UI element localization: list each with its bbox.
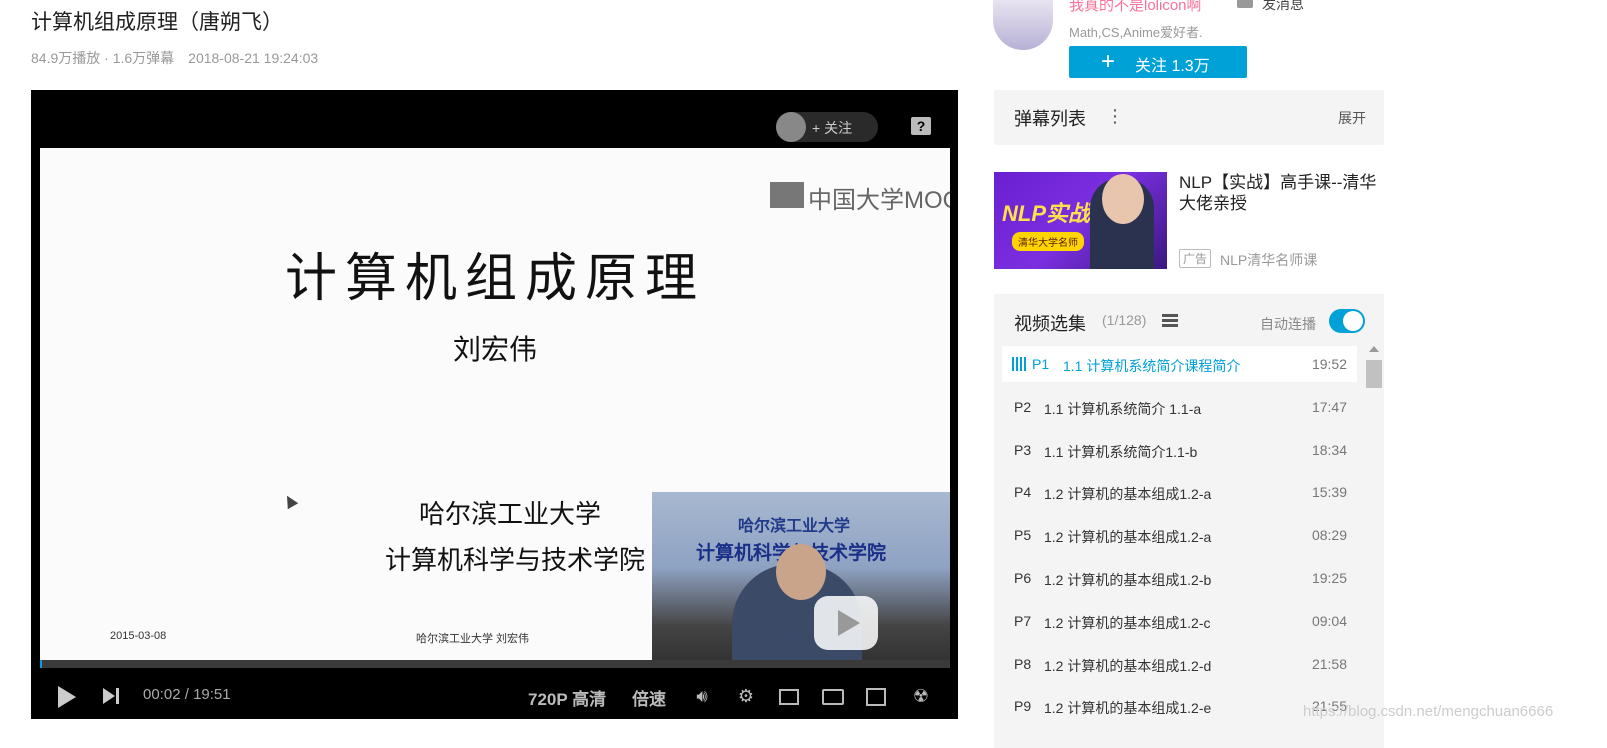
plus-icon: + bbox=[1101, 48, 1116, 75]
player-follow-label: + 关注 bbox=[812, 120, 853, 136]
follow-button[interactable]: + 关注 1.3万 bbox=[1069, 46, 1247, 78]
publish-date: 2018-08-21 19:24:03 bbox=[188, 50, 319, 66]
ad-thumbnail-text: NLP实战 bbox=[1002, 201, 1091, 226]
danmu-expand-button[interactable]: 展开 bbox=[1338, 108, 1366, 128]
episode-item[interactable]: P4 1.2 计算机的基本组成1.2-a 15:39 bbox=[1002, 474, 1357, 510]
ad-thumbnail[interactable]: NLP实战 清华大学名师 bbox=[994, 172, 1167, 269]
ad-title[interactable]: NLP【实战】高手课--清华大佬亲授 bbox=[1179, 172, 1383, 214]
episode-name: 1.2 计算机的基本组成1.2-c bbox=[1044, 615, 1211, 631]
episode-number: P4 bbox=[1014, 484, 1032, 500]
episode-name: 1.2 计算机的基本组成1.2-a bbox=[1044, 486, 1212, 502]
episode-number: P9 bbox=[1014, 698, 1032, 714]
danmu-list-panel: 弹幕列表 ⋮ 展开 bbox=[994, 90, 1384, 145]
episode-number: P6 bbox=[1014, 570, 1032, 586]
episode-name: 1.1 计算机系统简介 1.1-a bbox=[1044, 401, 1202, 417]
uploader-avatar[interactable] bbox=[993, 0, 1053, 50]
list-view-icon[interactable] bbox=[1162, 314, 1178, 328]
widescreen-icon[interactable] bbox=[822, 689, 844, 705]
ad-badge: 广告 bbox=[1179, 249, 1212, 268]
mooc-logo: 中国大学MOOC bbox=[808, 187, 950, 214]
episode-count: (1/128) bbox=[1102, 312, 1147, 328]
episode-name: 1.2 计算机的基本组成1.2-d bbox=[1044, 658, 1212, 674]
episode-item[interactable]: P3 1.1 计算机系统简介1.1-b 18:34 bbox=[1002, 432, 1357, 468]
slide-dept: 计算机科学与技术学院 bbox=[384, 546, 645, 576]
quality-button[interactable]: 720P 高清 bbox=[528, 685, 606, 710]
help-icon[interactable]: ? bbox=[911, 117, 931, 135]
uploader-name[interactable]: 我真的不是lolicon啊 bbox=[1069, 0, 1202, 15]
ad-thumbnail-tag: 清华大学名师 bbox=[1012, 232, 1084, 251]
lecturer-video-inset: 哈尔滨工业大学 计算机科学与技术学院 bbox=[652, 492, 950, 660]
autoplay-label: 自动连播 bbox=[1260, 316, 1316, 332]
slide-date: 2015-03-08 bbox=[110, 630, 167, 642]
episode-name: 1.2 计算机的基本组成1.2-e bbox=[1044, 700, 1212, 716]
danmu-list-title: 弹幕列表 bbox=[1014, 109, 1086, 129]
time-separator: / bbox=[184, 686, 189, 703]
video-meta: 84.9万播放 · 1.6万弹幕 2018-08-21 19:24:03 bbox=[31, 48, 332, 68]
episode-number: P3 bbox=[1014, 442, 1032, 458]
episode-item[interactable]: P8 1.2 计算机的基本组成1.2-d 21:58 bbox=[1002, 646, 1357, 682]
episode-number: P2 bbox=[1014, 399, 1032, 415]
episode-item[interactable]: P1 1.1 计算机系统简介课程简介 19:52 bbox=[1002, 346, 1357, 382]
play-overlay-icon[interactable] bbox=[838, 610, 860, 636]
video-frame: 中国大学MOOC 计算机组成原理 刘宏伟 哈尔滨工业大学 计算机科学与技术学院 … bbox=[40, 148, 950, 660]
time-total: 19:51 bbox=[193, 686, 231, 703]
watermark: https://blog.csdn.net/mengchuan6666 bbox=[1303, 703, 1554, 720]
view-count: 84.9万播放 · 1.6万弹幕 bbox=[31, 50, 175, 66]
episode-number: P8 bbox=[1014, 656, 1032, 672]
uploader-description: Math,CS,Anime爱好者. bbox=[1069, 25, 1203, 40]
progress-fill bbox=[40, 660, 42, 668]
episode-number: P7 bbox=[1014, 613, 1032, 629]
episode-number: P5 bbox=[1014, 527, 1032, 543]
episode-item[interactable]: P7 1.2 计算机的基本组成1.2-c 09:04 bbox=[1002, 603, 1357, 639]
autoplay-toggle-knob bbox=[1343, 311, 1363, 331]
now-playing-icon bbox=[1012, 357, 1026, 371]
episode-duration: 19:25 bbox=[1311, 570, 1347, 586]
progress-buffer bbox=[40, 660, 950, 668]
autoplay-toggle[interactable] bbox=[1329, 309, 1365, 333]
slide-footer: 哈尔滨工业大学 刘宏伟 bbox=[416, 633, 530, 645]
gear-icon[interactable]: ⚙︎ bbox=[735, 686, 757, 706]
volume-icon[interactable]: 🔊︎ bbox=[691, 686, 713, 706]
play-icon[interactable] bbox=[58, 686, 76, 708]
episode-name: 1.2 计算机的基本组成1.2-a bbox=[1044, 529, 1212, 545]
more-vertical-icon[interactable]: ⋮ bbox=[1106, 106, 1124, 127]
mooc-logo-icon bbox=[770, 182, 804, 208]
time-display: 00:02 / 19:51 bbox=[143, 686, 231, 703]
time-current: 00:02 bbox=[143, 686, 181, 703]
next-icon[interactable] bbox=[103, 688, 115, 704]
episode-duration: 21:58 bbox=[1311, 656, 1347, 672]
episode-duration: 19:52 bbox=[1311, 356, 1347, 372]
video-title: 计算机组成原理（唐朔飞） bbox=[31, 11, 283, 34]
episode-name: 1.1 计算机系统简介课程简介 bbox=[1063, 358, 1241, 374]
speed-button[interactable]: 倍速 bbox=[632, 685, 666, 710]
episode-duration: 18:34 bbox=[1311, 442, 1347, 458]
episode-item[interactable]: P5 1.2 计算机的基本组成1.2-a 08:29 bbox=[1002, 517, 1357, 553]
fullscreen-icon[interactable]: ☢︎ bbox=[910, 686, 932, 706]
slide-title: 计算机组成原理 bbox=[284, 249, 705, 309]
picture-in-picture-icon[interactable] bbox=[779, 689, 799, 705]
ad-sponsor[interactable]: NLP清华名师课 bbox=[1220, 250, 1317, 270]
episode-duration: 09:04 bbox=[1311, 613, 1347, 629]
ad-person-head bbox=[1102, 174, 1144, 224]
episode-name: 1.2 计算机的基本组成1.2-b bbox=[1044, 572, 1212, 588]
episode-name: 1.1 计算机系统简介1.1-b bbox=[1044, 444, 1198, 460]
slide-author: 刘宏伟 bbox=[452, 333, 537, 366]
send-message-button[interactable]: 发消息 bbox=[1262, 0, 1304, 14]
next-icon-bar[interactable] bbox=[116, 688, 119, 704]
episode-item[interactable]: P2 1.1 计算机系统简介 1.1-a 17:47 bbox=[1002, 389, 1357, 425]
lecturer-head bbox=[776, 544, 826, 600]
scroll-up-arrow-icon[interactable] bbox=[1369, 346, 1379, 352]
episode-item[interactable]: P6 1.2 计算机的基本组成1.2-b 19:25 bbox=[1002, 560, 1357, 596]
follow-label: 关注 1.3万 bbox=[1135, 58, 1210, 75]
episode-duration: 17:47 bbox=[1311, 399, 1347, 415]
episode-duration: 15:39 bbox=[1311, 484, 1347, 500]
episode-duration: 08:29 bbox=[1311, 527, 1347, 543]
episode-number: P1 bbox=[1032, 356, 1050, 372]
inset-text-line1: 哈尔滨工业大学 bbox=[738, 518, 851, 535]
mail-icon[interactable] bbox=[1237, 0, 1253, 8]
episode-panel-title: 视频选集 bbox=[1014, 314, 1086, 334]
scrollbar-thumb[interactable] bbox=[1366, 360, 1382, 388]
player-uploader-avatar[interactable] bbox=[776, 112, 806, 142]
web-fullscreen-icon[interactable] bbox=[866, 688, 886, 706]
